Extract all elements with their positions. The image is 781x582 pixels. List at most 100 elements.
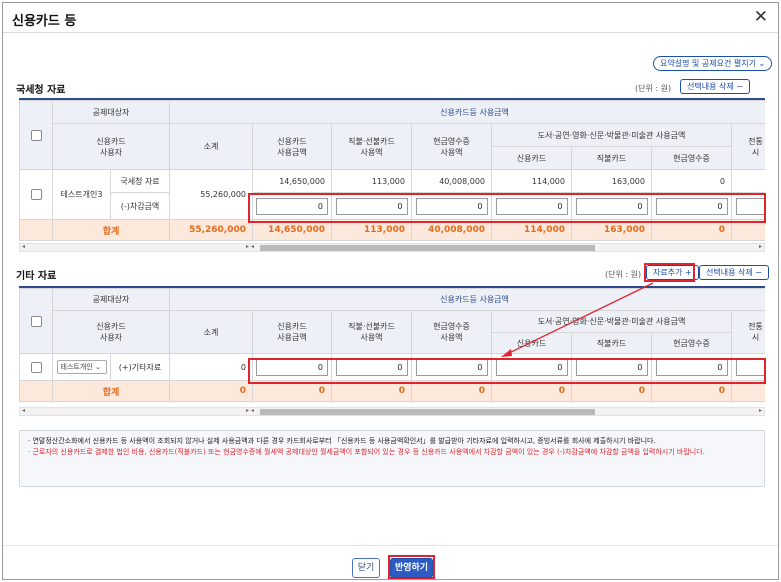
deduct-market-input[interactable] [735, 197, 765, 215]
nts-horizontal-scrollbar[interactable]: ◂ ▸ ◂ ▸ [19, 243, 765, 252]
header-market-cut: 전통 시 [730, 310, 765, 354]
other-section-title: 기타 자료 [16, 271, 57, 282]
cell-credit: 14,650,000 [252, 169, 332, 193]
dialog-header: 신용카드 등 ✕ [3, 3, 778, 33]
other-unit-label: (단위 : 원) [605, 270, 642, 279]
cell-culture-cash: 0 [651, 169, 732, 193]
deduct-culture-cash-input[interactable]: 0 [655, 197, 728, 215]
header-cash: 현금영수증 사용액 [411, 310, 492, 354]
sum-label: 합계 [52, 380, 170, 402]
other-credit-input[interactable]: 0 [256, 358, 328, 376]
close-button[interactable]: 닫기 [352, 558, 380, 578]
header-culture-debit: 직불카드 [571, 332, 652, 354]
deduct-culture-credit-input[interactable]: 0 [495, 197, 568, 215]
notice-line-2: · 근로자의 신용카드로 결제한 법인 비용, 신용카드(직불카드) 또는 현금… [28, 448, 705, 456]
other-horizontal-scrollbar[interactable]: ◂ ▸ ◂ ▸ [19, 407, 765, 416]
sum-row: 합계 0 0 0 0 0 0 0 [19, 380, 765, 402]
row-subtotal: 0 [169, 353, 253, 381]
nts-unit-label: (단위 : 원) [635, 84, 672, 93]
sum-culture-credit: 0 [491, 380, 572, 402]
dialog-title: 신용카드 등 [12, 14, 77, 29]
header-culture: 도서·공연·영화·신문·박물관·미술관 사용금액 [491, 310, 732, 333]
deduct-culture-debit-input[interactable]: 0 [575, 197, 648, 215]
scroll-right-icon[interactable]: ▸ [759, 243, 762, 250]
header-debit: 직불·선불카드 사용액 [331, 123, 412, 170]
header-target: 공제대상자 [52, 100, 170, 124]
cell-debit: 113,000 [331, 169, 412, 193]
sum-subtotal: 0 [169, 380, 253, 402]
other-cash-input[interactable]: 0 [415, 358, 488, 376]
chevron-down-icon: ⌄ [94, 363, 101, 371]
other-delete-selected-button[interactable]: 선택내용 삭제 − [699, 265, 769, 280]
sum-row: 합계 55,260,000 14,650,000 113,000 40,008,… [19, 219, 765, 241]
dialog-footer: 닫기 반영하기 [3, 545, 778, 578]
row-type-other: (+)기타자료 [110, 353, 170, 381]
header-culture-cash: 현금영수증 [651, 332, 732, 354]
nts-delete-selected-button[interactable]: 선택내용 삭제 − [680, 79, 750, 94]
row-checkbox[interactable] [30, 361, 42, 373]
scroll-thumb[interactable] [260, 245, 595, 251]
sum-label: 합계 [52, 219, 170, 241]
sum-cash: 40,008,000 [411, 219, 492, 241]
add-data-button[interactable]: 자료추가 + [646, 265, 699, 280]
row-type-nts: 국세청 자료 [110, 169, 170, 193]
notice-box: · 연말정산간소화에서 신용카드 등 사용액이 조회되지 않거나 실제 사용금액… [19, 430, 765, 487]
other-culture-credit-input[interactable]: 0 [495, 358, 568, 376]
header-subtotal: 소계 [169, 310, 253, 354]
header-cash: 현금영수증 사용액 [411, 123, 492, 170]
deduct-cash-input[interactable]: 0 [415, 197, 488, 215]
other-debit-input[interactable]: 0 [335, 358, 408, 376]
other-table: 공제대상자 신용카드등 사용금액 신용카드 사용자 소계 신용카드 사용금액 직… [19, 286, 765, 407]
header-market-cut: 전통 시 [730, 123, 765, 170]
other-culture-cash-input[interactable]: 0 [655, 358, 728, 376]
scroll-left-icon[interactable]: ◂ [22, 407, 25, 414]
table-row: 테스트개인 ⌄ (+)기타자료 0 0 0 0 0 0 0 [19, 353, 765, 381]
cell-culture-debit: 163,000 [571, 169, 652, 193]
header-culture: 도서·공연·영화·신문·박물관·미술관 사용금액 [491, 123, 732, 147]
header-subtotal: 소계 [169, 123, 253, 170]
person-select[interactable]: 테스트개인 ⌄ [56, 360, 107, 374]
sum-cash: 0 [411, 380, 492, 402]
other-market-input[interactable] [735, 358, 765, 376]
sum-debit: 113,000 [331, 219, 412, 241]
sum-credit: 0 [252, 380, 332, 402]
summary-toggle-label: 요약설명 및 공제요건 펼치기 [660, 59, 756, 68]
sum-debit: 0 [331, 380, 412, 402]
scroll-left-icon[interactable]: ◂ [22, 243, 25, 250]
header-culture-credit: 신용카드 [491, 146, 572, 170]
sum-subtotal: 55,260,000 [169, 219, 253, 241]
apply-button[interactable]: 반영하기 [390, 558, 433, 578]
header-culture-cash: 현금영수증 [651, 146, 732, 170]
header-usage-group: 신용카드등 사용금액 [168, 288, 765, 311]
scroll-mid-icon: ▸ ◂ [246, 243, 254, 250]
deduct-credit-input[interactable]: 0 [256, 197, 328, 215]
table-row: 테스트개인3 국세청 자료 55,260,000 14,650,000 113,… [19, 169, 765, 220]
other-culture-debit-input[interactable]: 0 [575, 358, 648, 376]
select-all-checkbox[interactable] [30, 315, 42, 327]
sum-culture-credit: 114,000 [491, 219, 572, 241]
header-culture-credit: 신용카드 [491, 332, 572, 354]
row-checkbox[interactable] [30, 189, 42, 200]
header-credit: 신용카드 사용금액 [252, 310, 332, 354]
chevron-down-icon: ⌄ [758, 59, 766, 68]
header-target: 공제대상자 [52, 288, 170, 311]
sum-culture-debit: 163,000 [571, 219, 652, 241]
sum-culture-cash: 0 [651, 219, 732, 241]
select-all-checkbox[interactable] [30, 129, 42, 141]
cell-culture-credit: 114,000 [491, 169, 572, 193]
row-type-deduct: (-)차감금액 [110, 192, 170, 220]
cell-cash: 40,008,000 [411, 169, 492, 193]
close-icon[interactable]: ✕ [754, 7, 768, 27]
deduct-debit-input[interactable]: 0 [335, 197, 408, 215]
scroll-thumb[interactable] [260, 409, 595, 415]
sum-culture-cash: 0 [651, 380, 732, 402]
header-debit: 직불·선불카드 사용액 [331, 310, 412, 354]
sum-culture-debit: 0 [571, 380, 652, 402]
nts-table: 공제대상자 신용카드등 사용금액 신용카드 사용자 소계 신용카드 사용금액 직… [19, 98, 765, 247]
row-name: 테스트개인3 [52, 169, 111, 220]
scroll-mid-icon: ▸ ◂ [246, 407, 254, 414]
scroll-right-icon[interactable]: ▸ [759, 407, 762, 414]
header-card-user: 신용카드 사용자 [52, 310, 170, 354]
header-card-user: 신용카드 사용자 [52, 123, 170, 170]
summary-toggle-button[interactable]: 요약설명 및 공제요건 펼치기 ⌄ [653, 56, 773, 71]
